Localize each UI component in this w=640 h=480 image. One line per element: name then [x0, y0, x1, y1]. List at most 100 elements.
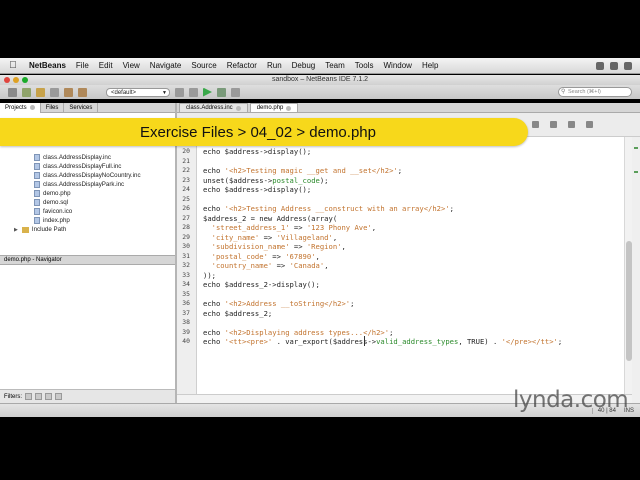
menu-team[interactable]: Team — [320, 61, 350, 70]
filter-button[interactable] — [55, 393, 62, 400]
close-icon[interactable] — [286, 105, 292, 111]
mark[interactable] — [634, 171, 638, 173]
shift-left-icon[interactable] — [550, 121, 557, 128]
configuration-select[interactable]: <default> ▼ — [106, 87, 170, 97]
macro-icon[interactable] — [586, 121, 593, 128]
menu-help[interactable]: Help — [417, 61, 443, 70]
code-token: , — [315, 251, 320, 261]
open-project-icon[interactable] — [36, 87, 45, 97]
close-icon[interactable] — [29, 105, 35, 110]
menu-view[interactable]: View — [118, 61, 145, 70]
mark[interactable] — [634, 147, 638, 149]
menu-window[interactable]: Window — [378, 61, 416, 70]
code-token: echo $address->display(); — [203, 147, 312, 156]
menu-debug[interactable]: Debug — [287, 61, 321, 70]
tab-label: Files — [45, 104, 59, 111]
vertical-scrollbar[interactable] — [624, 137, 632, 403]
tab-files[interactable]: Files — [41, 102, 65, 113]
code-token: ); — [319, 175, 329, 185]
list-item[interactable]: class.AddressDisplayFull.inc — [34, 162, 121, 171]
error-stripe — [632, 137, 640, 403]
list-item[interactable]: class.AddressDisplayPark.inc — [34, 180, 124, 189]
redo-icon[interactable] — [78, 87, 87, 97]
new-file-icon[interactable] — [8, 87, 17, 97]
code-token: , — [371, 223, 377, 232]
close-icon[interactable] — [235, 105, 241, 111]
debug-icon[interactable] — [217, 87, 226, 97]
save-all-icon[interactable] — [50, 87, 59, 97]
menu-source[interactable]: Source — [186, 61, 221, 70]
code-token: => — [289, 242, 307, 251]
tab-label: Projects — [5, 104, 27, 111]
breadcrumb-banner: Exercise Files > 04_02 > demo.php — [0, 118, 528, 146]
menu-file[interactable]: File — [71, 61, 94, 70]
folder-icon — [21, 226, 29, 233]
toggle-comment-icon[interactable] — [532, 121, 539, 128]
shift-right-icon[interactable] — [568, 121, 575, 128]
code-token: => — [259, 232, 277, 242]
search-input[interactable]: ⚲ Search (⌘+I) — [558, 87, 632, 97]
code-token: echo $address_2->display(); — [203, 280, 320, 289]
line-number: 22 — [182, 166, 190, 174]
code-line: 'postal_code' => '67890', — [203, 252, 320, 262]
new-project-icon[interactable] — [22, 87, 31, 97]
code-token: )); — [203, 270, 216, 280]
include-path-folder[interactable]: ▶ Include Path — [14, 225, 66, 234]
code-token: valid_address_types — [376, 337, 459, 346]
list-item[interactable]: class.AddressDisplay.inc — [34, 153, 111, 162]
list-item[interactable]: index.php — [34, 216, 70, 225]
line-number: 35 — [182, 289, 190, 298]
window-title: sandbox – NetBeans IDE 7.1.2 — [271, 76, 369, 83]
code-line: echo $address->display(); — [203, 185, 311, 195]
chevron-down-icon: ▼ — [162, 89, 167, 96]
menu-refactor[interactable]: Refactor — [222, 61, 262, 70]
filter-button[interactable] — [45, 393, 52, 400]
code-token: echo — [203, 299, 225, 308]
filter-button[interactable] — [35, 393, 42, 400]
editor-tabs: class.Address.inc demo.php — [177, 103, 640, 113]
build-icon[interactable] — [189, 87, 198, 97]
profile-icon[interactable] — [231, 87, 240, 97]
apple-icon[interactable]:  — [8, 60, 18, 71]
menu-app-name[interactable]: NetBeans — [24, 61, 71, 70]
run-icon[interactable] — [203, 87, 212, 97]
list-item[interactable]: demo.php — [34, 189, 71, 198]
status-icon[interactable] — [596, 61, 604, 70]
letterbox-bottom — [0, 420, 640, 480]
filter-button[interactable] — [25, 393, 32, 400]
list-item[interactable]: class.AddressDisplayNoCountry.inc — [34, 171, 141, 180]
tab-label: Services — [69, 104, 93, 111]
tab-projects[interactable]: Projects — [0, 102, 41, 113]
chevron-right-icon[interactable]: ▶ — [14, 227, 18, 233]
code-token: echo $address_2; — [203, 308, 273, 318]
code-token: 'city_name' — [211, 232, 260, 242]
code-line: 'street_address_1' => '123 Phony Ave', — [203, 223, 376, 233]
file-icon — [34, 154, 40, 161]
menu-edit[interactable]: Edit — [94, 61, 118, 70]
tab-class-address[interactable]: class.Address.inc — [179, 103, 248, 112]
lynda-watermark: lynda.com — [513, 387, 629, 413]
menu-run[interactable]: Run — [262, 61, 287, 70]
code-line: echo $address_2; — [203, 309, 272, 319]
minimize-window-icon[interactable] — [13, 77, 19, 83]
status-icon[interactable] — [610, 61, 618, 70]
code-token: echo — [203, 204, 225, 213]
code-line: )); — [203, 271, 216, 281]
list-item[interactable]: demo.sql — [34, 198, 68, 207]
clean-build-icon[interactable] — [175, 87, 184, 97]
undo-icon[interactable] — [64, 87, 73, 97]
tab-services[interactable]: Services — [64, 102, 99, 113]
left-panel-tabs: Projects Files Services — [0, 102, 175, 113]
tab-demo-php[interactable]: demo.php — [249, 103, 299, 112]
menu-tools[interactable]: Tools — [350, 61, 379, 70]
line-number: 34 — [182, 280, 190, 288]
list-item[interactable]: favicon.ico — [34, 207, 72, 216]
line-number: 38 — [182, 318, 190, 326]
line-number: 29 — [182, 232, 190, 241]
close-window-icon[interactable] — [4, 77, 10, 83]
zoom-window-icon[interactable] — [22, 77, 28, 83]
status-icon[interactable] — [624, 61, 632, 70]
menu-navigate[interactable]: Navigate — [145, 61, 187, 70]
code-editor[interactable]: echo $address->display(); echo '<h2>Testi… — [197, 137, 624, 403]
